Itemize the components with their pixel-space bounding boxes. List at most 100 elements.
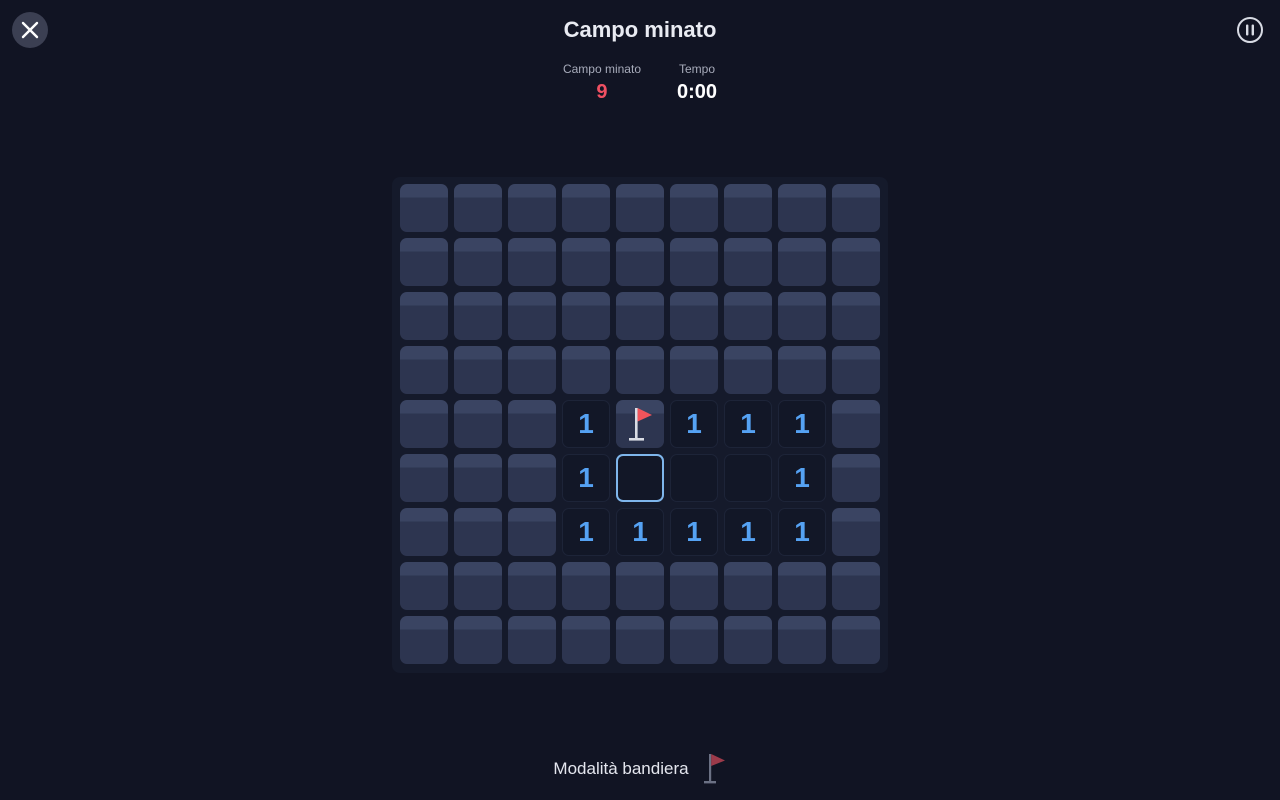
hidden-cell[interactable] [508, 454, 556, 502]
hidden-cell[interactable] [778, 238, 826, 286]
hidden-cell[interactable] [508, 616, 556, 664]
hidden-cell[interactable] [400, 292, 448, 340]
mine-counter-value: 9 [596, 81, 608, 103]
hidden-cell[interactable] [454, 616, 502, 664]
revealed-cell[interactable] [670, 454, 718, 502]
minesweeper-screen: Campo minato Campo minato 9 Tempo 0:00 1… [0, 0, 1280, 800]
hidden-cell[interactable] [616, 292, 664, 340]
mine-counter-label: Campo minato [562, 62, 641, 76]
revealed-cell[interactable]: 1 [778, 400, 826, 448]
hidden-cell[interactable] [724, 346, 772, 394]
timer-value: 0:00 [677, 81, 718, 103]
revealed-cell[interactable]: 1 [670, 508, 718, 556]
revealed-cell[interactable]: 1 [778, 454, 826, 502]
stats-bar: Campo minato 9 Tempo 0:00 [0, 62, 1280, 104]
hidden-cell[interactable] [832, 184, 880, 232]
timer: Tempo 0:00 [677, 62, 717, 104]
flagged-cell[interactable] [616, 400, 664, 448]
board-grid: 1 1 1 1 1 1 1 1 1 1 1 [400, 184, 880, 664]
revealed-cell[interactable]: 1 [562, 508, 610, 556]
hidden-cell[interactable] [508, 292, 556, 340]
hidden-cell[interactable] [454, 238, 502, 286]
hidden-cell[interactable] [562, 238, 610, 286]
revealed-cell[interactable]: 1 [562, 454, 610, 502]
timer-label: Tempo [679, 62, 716, 76]
hidden-cell[interactable] [400, 400, 448, 448]
hidden-cell[interactable] [724, 184, 772, 232]
hidden-cell[interactable] [778, 346, 826, 394]
hidden-cell[interactable] [454, 562, 502, 610]
hidden-cell[interactable] [508, 184, 556, 232]
hidden-cell[interactable] [670, 346, 718, 394]
revealed-cell[interactable]: 1 [724, 508, 772, 556]
hidden-cell[interactable] [778, 562, 826, 610]
cell-number: 1 [578, 408, 594, 439]
hidden-cell[interactable] [778, 184, 826, 232]
hidden-cell[interactable] [508, 346, 556, 394]
hidden-cell[interactable] [454, 292, 502, 340]
cell-number: 1 [686, 516, 702, 547]
hidden-cell[interactable] [832, 400, 880, 448]
hidden-cell[interactable] [616, 238, 664, 286]
hidden-cell[interactable] [724, 238, 772, 286]
hidden-cell[interactable] [508, 562, 556, 610]
hidden-cell[interactable] [400, 562, 448, 610]
hidden-cell[interactable] [616, 184, 664, 232]
hidden-cell[interactable] [400, 616, 448, 664]
hidden-cell[interactable] [616, 616, 664, 664]
revealed-cell[interactable]: 1 [616, 508, 664, 556]
cell-number: 1 [686, 408, 702, 439]
hidden-cell[interactable] [616, 562, 664, 610]
revealed-cell[interactable]: 1 [670, 400, 718, 448]
hidden-cell[interactable] [454, 508, 502, 556]
hidden-cell[interactable] [670, 616, 718, 664]
hidden-cell[interactable] [778, 292, 826, 340]
hidden-cell[interactable] [454, 346, 502, 394]
hidden-cell[interactable] [562, 292, 610, 340]
hidden-cell[interactable] [832, 292, 880, 340]
hidden-cell[interactable] [400, 508, 448, 556]
flag-mode-toggle[interactable]: Modalità bandiera [0, 752, 1280, 786]
hidden-cell[interactable] [508, 400, 556, 448]
cell-number: 1 [794, 516, 810, 547]
hidden-cell[interactable] [400, 184, 448, 232]
hidden-cell[interactable] [724, 616, 772, 664]
hidden-cell[interactable] [562, 184, 610, 232]
hidden-cell[interactable] [400, 454, 448, 502]
hidden-cell[interactable] [724, 292, 772, 340]
hidden-cell[interactable] [670, 292, 718, 340]
hidden-cell[interactable] [454, 184, 502, 232]
revealed-cell[interactable]: 1 [562, 400, 610, 448]
hidden-cell[interactable] [616, 346, 664, 394]
pause-button[interactable] [1236, 16, 1264, 44]
cell-number: 1 [578, 516, 594, 547]
hidden-cell[interactable] [400, 346, 448, 394]
revealed-cell[interactable]: 1 [778, 508, 826, 556]
hidden-cell[interactable] [454, 400, 502, 448]
selected-cell[interactable] [616, 454, 664, 502]
hidden-cell[interactable] [562, 562, 610, 610]
hidden-cell[interactable] [670, 238, 718, 286]
revealed-cell[interactable]: 1 [724, 400, 772, 448]
hidden-cell[interactable] [508, 238, 556, 286]
hidden-cell[interactable] [562, 616, 610, 664]
flag-icon [703, 754, 725, 784]
hidden-cell[interactable] [670, 184, 718, 232]
hidden-cell[interactable] [400, 238, 448, 286]
revealed-cell[interactable] [724, 454, 772, 502]
hidden-cell[interactable] [562, 346, 610, 394]
hidden-cell[interactable] [778, 616, 826, 664]
hidden-cell[interactable] [724, 562, 772, 610]
hidden-cell[interactable] [832, 616, 880, 664]
game-board: 1 1 1 1 1 1 1 1 1 1 1 [392, 177, 888, 673]
cell-number: 1 [740, 516, 756, 547]
hidden-cell[interactable] [832, 508, 880, 556]
hidden-cell[interactable] [832, 346, 880, 394]
hidden-cell[interactable] [508, 508, 556, 556]
cell-number: 1 [794, 462, 810, 493]
hidden-cell[interactable] [832, 562, 880, 610]
hidden-cell[interactable] [670, 562, 718, 610]
hidden-cell[interactable] [832, 238, 880, 286]
hidden-cell[interactable] [832, 454, 880, 502]
hidden-cell[interactable] [454, 454, 502, 502]
